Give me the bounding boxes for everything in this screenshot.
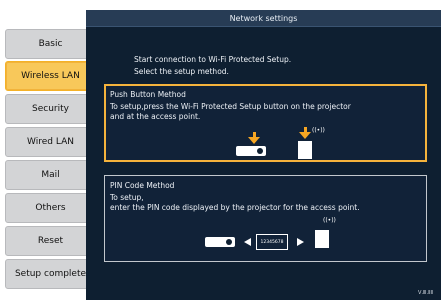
push-button-method-option[interactable]: Push Button Method To setup,press the Wi…: [104, 84, 427, 162]
page-title: Network settings: [86, 10, 441, 27]
projector-icon: [236, 146, 266, 156]
intro-text: Start connection to Wi-Fi Protected Setu…: [134, 54, 291, 78]
projector-icon: [205, 237, 235, 247]
sidebar-item-setup-complete[interactable]: Setup complete: [5, 259, 96, 289]
push-button-text-line-2: and at the access point.: [110, 112, 201, 121]
wireless-signal-icon: ((•)): [323, 217, 336, 224]
push-button-method-title: Push Button Method: [110, 90, 186, 99]
access-point-icon: [315, 230, 329, 248]
arrow-down-icon: [299, 132, 311, 139]
sidebar-item-label: Wireless LAN: [21, 71, 80, 81]
push-button-method-description: To setup,press the Wi-Fi Protected Setup…: [110, 102, 351, 122]
sidebar-item-basic[interactable]: Basic: [5, 29, 96, 59]
access-point-icon: [298, 141, 312, 159]
sidebar-item-label: Reset: [37, 236, 64, 246]
pin-code-method-description: To setup, enter the PIN code displayed b…: [110, 193, 360, 213]
pin-code-method-title: PIN Code Method: [110, 181, 175, 190]
pin-code-display: 12345678: [256, 234, 288, 250]
push-button-text-line-1: To setup,press the Wi-Fi Protected Setup…: [110, 102, 351, 111]
sidebar-item-reset[interactable]: Reset: [5, 226, 96, 256]
pin-code-text-line-1: To setup,: [110, 193, 144, 202]
pin-code-text-line-2: enter the PIN code displayed by the proj…: [110, 203, 360, 212]
sidebar-item-others[interactable]: Others: [5, 193, 96, 223]
sidebar-item-label: Wired LAN: [27, 137, 74, 147]
sidebar-item-mail[interactable]: Mail: [5, 160, 96, 190]
sidebar-item-label: Security: [32, 104, 69, 114]
sidebar-item-security[interactable]: Security: [5, 94, 96, 124]
version-label: Ⅴ.Ⅲ.ⅡⅡ: [418, 290, 433, 296]
sidebar-item-wired-lan[interactable]: Wired LAN: [5, 127, 96, 157]
sidebar-item-label: Mail: [41, 170, 60, 180]
wireless-signal-icon: ((•)): [312, 127, 325, 134]
screen: Basic Wireless LAN Security Wired LAN Ma…: [0, 0, 441, 300]
arrow-right-icon: [297, 238, 304, 246]
arrow-left-icon: [244, 238, 251, 246]
intro-line-1: Start connection to Wi-Fi Protected Setu…: [134, 55, 292, 64]
sidebar-item-label: Others: [35, 203, 66, 213]
sidebar-item-label: Basic: [38, 39, 63, 49]
arrow-down-icon: [248, 137, 260, 144]
sidebar-item-wireless-lan[interactable]: Wireless LAN: [5, 61, 96, 91]
intro-line-2: Select the setup method.: [134, 67, 229, 76]
pin-code-method-option[interactable]: PIN Code Method To setup, enter the PIN …: [104, 175, 427, 262]
sidebar-item-label: Setup complete: [14, 269, 87, 279]
